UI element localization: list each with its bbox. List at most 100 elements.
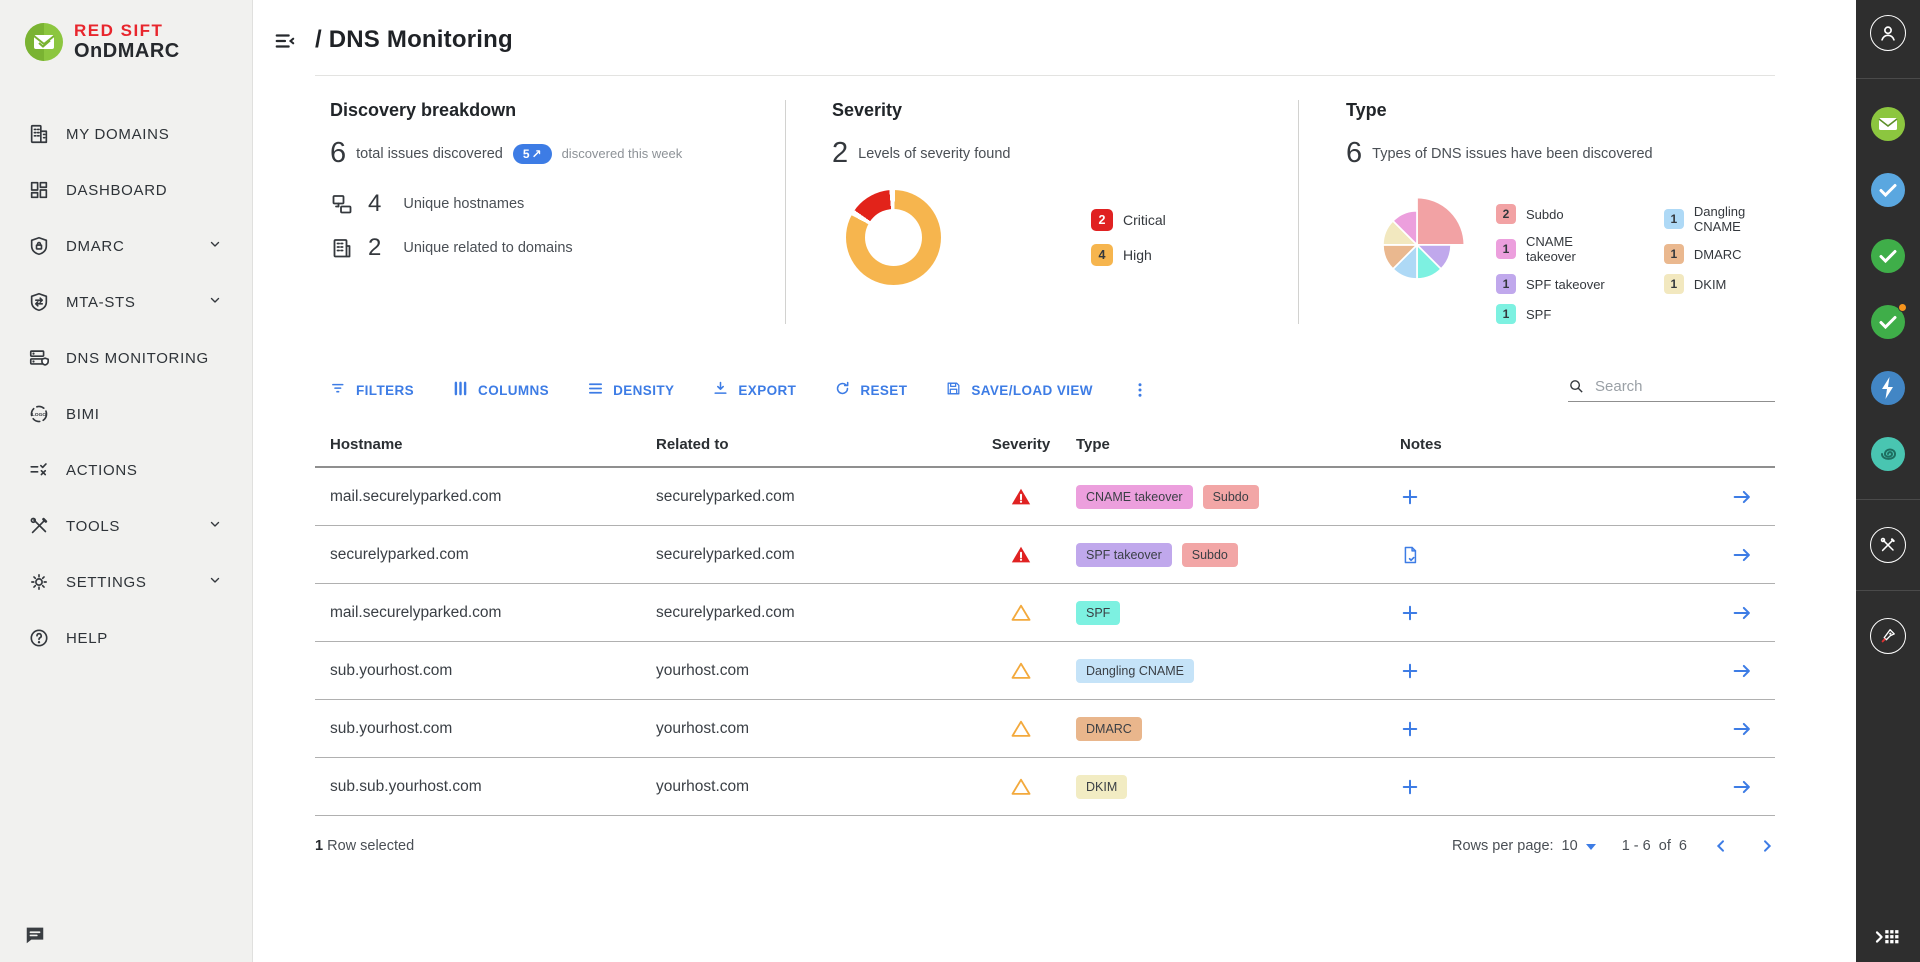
sidebar-item-tools[interactable]: TOOLS: [0, 498, 252, 554]
row-detail-arrow-icon[interactable]: [1731, 660, 1775, 682]
sidebar-item-settings[interactable]: SETTINGS: [0, 554, 252, 610]
discovery-stat: 4Unique hostnames: [330, 190, 785, 218]
more-options-icon[interactable]: [1131, 381, 1149, 399]
sidebar-item-help[interactable]: HELP: [0, 610, 252, 666]
next-page-icon[interactable]: [1759, 838, 1775, 854]
hostname-cell: mail.securelyparked.com: [330, 604, 656, 622]
apps-grid-icon[interactable]: [1856, 926, 1920, 948]
settings-icon: [28, 571, 50, 593]
high-severity-icon: [966, 718, 1076, 740]
account-icon[interactable]: [1870, 15, 1906, 51]
ondmarc-app-icon[interactable]: [1870, 106, 1906, 142]
chat-launcher-icon[interactable]: [24, 924, 46, 946]
add-note-icon[interactable]: [1400, 777, 1420, 797]
severity-legend: 2Critical4High: [1091, 209, 1166, 266]
search-input[interactable]: [1595, 378, 1775, 395]
tools-app-icon[interactable]: [1870, 527, 1906, 563]
sidebar-item-bimi[interactable]: LOGOBIMI: [0, 386, 252, 442]
sidebar-item-dns-monitoring[interactable]: DNS MONITORING: [0, 330, 252, 386]
pagination-range: 1 - 6 of 6: [1622, 838, 1687, 854]
sidebar-item-dashboard[interactable]: DASHBOARD: [0, 162, 252, 218]
add-note-icon[interactable]: [1400, 487, 1420, 507]
table-row[interactable]: sub.yourhost.comyourhost.comDangling CNA…: [315, 642, 1775, 700]
check-green-notify-app-icon[interactable]: [1870, 304, 1906, 340]
hostname-cell: sub.sub.yourhost.com: [330, 778, 656, 796]
column-header-severity[interactable]: Severity: [966, 436, 1076, 453]
type-legend-label: Subdo: [1526, 207, 1564, 222]
previous-page-icon[interactable]: [1713, 838, 1729, 854]
rows-per-page-select[interactable]: Rows per page: 10: [1452, 838, 1596, 854]
sidebar-item-mta-sts[interactable]: MTA-STS: [0, 274, 252, 330]
view-note-icon[interactable]: [1400, 545, 1420, 565]
sidebar-item-actions[interactable]: ACTIONS: [0, 442, 252, 498]
table-row[interactable]: mail.securelyparked.comsecurelyparked.co…: [315, 468, 1775, 526]
severity-legend-count-badge: 2: [1091, 209, 1113, 231]
table-row[interactable]: securelyparked.comsecurelyparked.comSPF …: [315, 526, 1775, 584]
check-blue-app-icon[interactable]: [1870, 172, 1906, 208]
export-icon: [712, 380, 729, 400]
sidebar-item-label: HELP: [66, 630, 108, 647]
page-title: / DNS Monitoring: [315, 26, 513, 54]
sidebar-item-dmarc[interactable]: DMARC: [0, 218, 252, 274]
high-severity-icon: [966, 660, 1076, 682]
rail-divider: [1856, 78, 1920, 79]
type-legend-count-badge: 2: [1496, 204, 1516, 224]
radar-app-icon[interactable]: [1870, 436, 1906, 472]
add-note-icon[interactable]: [1400, 719, 1420, 739]
toolbar-button-label: FILTERS: [356, 383, 414, 398]
severity-card: Severity 2 Levels of severity found 2Cri…: [785, 100, 1298, 324]
sidebar-collapse-icon[interactable]: [274, 30, 296, 52]
add-note-icon[interactable]: [1400, 661, 1420, 681]
check-green-app-icon[interactable]: [1870, 238, 1906, 274]
sidebar-item-my-domains[interactable]: MY DOMAINS: [0, 106, 252, 162]
table-row[interactable]: mail.securelyparked.comsecurelyparked.co…: [315, 584, 1775, 642]
column-header-hostname[interactable]: Hostname: [330, 436, 656, 453]
type-legend-label: Dangling CNAME: [1694, 204, 1775, 234]
density-button[interactable]: DENSITY: [587, 380, 674, 400]
row-detail-arrow-icon[interactable]: [1731, 486, 1775, 508]
type-chips: SPF takeoverSubdo: [1076, 543, 1400, 567]
save-load-view-button[interactable]: SAVE/LOAD VIEW: [945, 380, 1093, 400]
actions-icon: [28, 459, 50, 481]
columns-button[interactable]: COLUMNS: [452, 380, 549, 400]
total-issues-value: 6: [330, 137, 346, 170]
discovery-stat-value: 2: [368, 234, 381, 262]
columns-icon: [452, 380, 469, 400]
reset-button[interactable]: RESET: [834, 380, 907, 400]
column-header-type[interactable]: Type: [1076, 436, 1400, 453]
type-count-value: 6: [1346, 137, 1362, 170]
column-header-related-to[interactable]: Related to: [656, 436, 966, 453]
add-note-icon[interactable]: [1400, 603, 1420, 623]
type-legend-item: 1DMARC: [1664, 244, 1775, 264]
rail-divider: [1856, 590, 1920, 591]
related-to-cell: yourhost.com: [656, 720, 966, 738]
type-legend-count-badge: 1: [1664, 209, 1684, 229]
table-body: mail.securelyparked.com securelyparked.co…: [315, 468, 1775, 816]
ondmarc-logo-icon: [24, 22, 64, 62]
type-chips: DKIM: [1076, 775, 1400, 799]
type-legend-item: 1DKIM: [1664, 274, 1775, 294]
type-chips: SPF: [1076, 601, 1400, 625]
critical-severity-icon: [966, 486, 1076, 508]
type-legend-label: DKIM: [1694, 277, 1727, 292]
row-detail-arrow-icon[interactable]: [1731, 776, 1775, 798]
hostname-cell: securelyparked.com: [330, 546, 656, 564]
dns-monitoring-icon: [28, 347, 50, 369]
table-row[interactable]: sub.sub.yourhost.comyourhost.comDKIM: [315, 758, 1775, 816]
rocket-app-icon[interactable]: [1870, 618, 1906, 654]
chevron-down-icon: [208, 517, 222, 536]
main-content: / DNS Monitoring Discovery breakdown 6 t…: [253, 0, 1856, 962]
table-row[interactable]: sub.yourhost.comyourhost.comDMARC: [315, 700, 1775, 758]
type-legend-count-badge: 1: [1496, 304, 1516, 324]
export-button[interactable]: EXPORT: [712, 380, 796, 400]
filters-button[interactable]: FILTERS: [330, 380, 414, 400]
row-detail-arrow-icon[interactable]: [1731, 602, 1775, 624]
tools-icon: [28, 515, 50, 537]
sidebar-item-label: SETTINGS: [66, 574, 147, 591]
row-detail-arrow-icon[interactable]: [1731, 718, 1775, 740]
bolt-app-icon[interactable]: [1870, 370, 1906, 406]
row-detail-arrow-icon[interactable]: [1731, 544, 1775, 566]
type-legend-item: 1SPF takeover: [1496, 274, 1606, 294]
discovery-card-title: Discovery breakdown: [330, 100, 785, 121]
column-header-notes[interactable]: Notes: [1400, 436, 1700, 453]
